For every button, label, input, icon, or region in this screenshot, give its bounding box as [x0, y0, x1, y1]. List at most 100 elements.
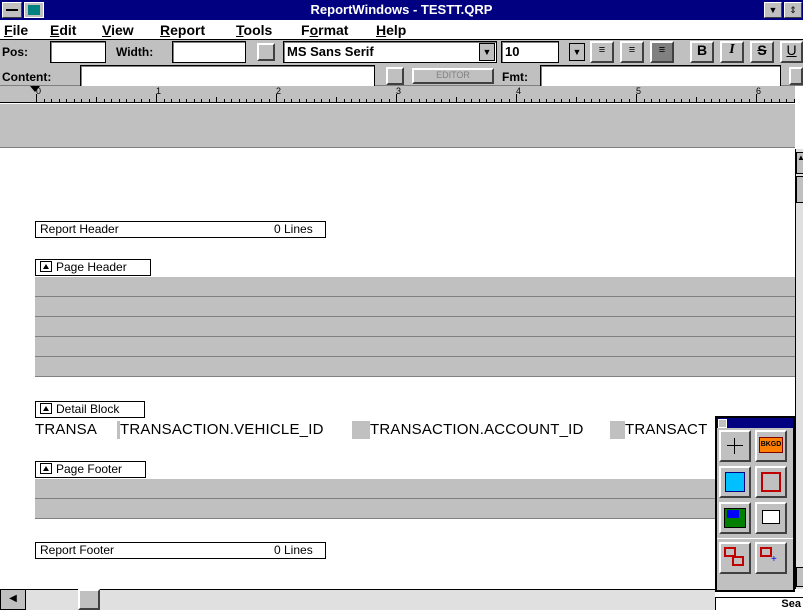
minimize-button[interactable]: ▼	[764, 2, 782, 18]
ruler-tick	[321, 99, 322, 102]
ruler-tick	[389, 99, 390, 102]
page-header-band[interactable]: Page Header	[35, 259, 151, 276]
menu-file[interactable]: File	[4, 22, 28, 38]
content-label: Content:	[2, 70, 52, 84]
font-size-dropdown-icon[interactable]: ▼	[569, 43, 585, 61]
tool-palette[interactable]: BKGD +	[715, 416, 795, 592]
menu-help[interactable]: Help	[376, 22, 406, 38]
bitmap-insert-tool-icon[interactable]	[719, 466, 751, 498]
detail-field-transact[interactable]: TRANSACT	[625, 421, 715, 439]
font-size-select[interactable]: 10	[501, 41, 559, 63]
ruler-tick	[419, 99, 420, 102]
horizontal-scrollbar[interactable]	[0, 589, 715, 610]
report-header-band[interactable]: Report Header 0 Lines	[35, 221, 326, 238]
detail-field-account-id[interactable]: TRANSACTION.ACCOUNT_ID	[370, 421, 610, 439]
menu-tools[interactable]: Tools	[236, 22, 272, 38]
detail-field-transa[interactable]: TRANSA	[35, 421, 117, 439]
fmt-input[interactable]	[540, 65, 781, 87]
strikethrough-button[interactable]: S	[750, 41, 774, 63]
page-header-label: Page Header	[56, 260, 127, 274]
ruler-tick	[449, 99, 450, 102]
ruler-tick	[51, 99, 52, 102]
detail-block-band[interactable]: Detail Block	[35, 401, 145, 418]
ruler-tick	[74, 99, 75, 102]
ruler-tick	[651, 99, 652, 102]
bold-button[interactable]: B	[690, 41, 714, 63]
text-tool-icon[interactable]	[755, 502, 787, 534]
menu-view[interactable]: View	[102, 22, 134, 38]
ruler-tick	[621, 99, 622, 102]
align-left-button[interactable]: ≡	[590, 41, 614, 63]
width-input[interactable]	[172, 41, 246, 63]
ruler-tick	[629, 99, 630, 102]
ruler-tick	[269, 99, 270, 102]
collapse-arrow-icon[interactable]	[40, 261, 52, 272]
width-label: Width:	[116, 45, 154, 59]
crosshair-tool-icon[interactable]	[719, 430, 751, 462]
horizontal-scroll-thumb[interactable]	[78, 589, 100, 610]
ruler-tick	[464, 99, 465, 102]
width-stepper-button[interactable]	[257, 43, 275, 61]
ruler-tick	[36, 94, 37, 102]
report-footer-label: Report Footer	[40, 543, 115, 557]
font-name-select[interactable]: MS Sans Serif	[283, 41, 497, 63]
ruler-tick	[404, 99, 405, 102]
page-footer-label: Page Footer	[56, 462, 123, 476]
ruler-tick	[546, 99, 547, 102]
ruler-tick	[149, 99, 150, 102]
ruler-tick	[396, 94, 397, 102]
fmt-button[interactable]	[789, 67, 803, 85]
maximize-button[interactable]: ⇕	[784, 2, 802, 18]
detail-field-vehicle-id[interactable]: TRANSACTION.VEHICLE_ID	[120, 421, 352, 439]
editor-button[interactable]: EDITOR	[412, 68, 494, 84]
link-select-tool-icon[interactable]: +	[755, 542, 787, 574]
palette-title-bar[interactable]	[717, 418, 793, 428]
page-header-area[interactable]	[35, 277, 795, 377]
ruler-tick	[66, 99, 67, 102]
box-tool-icon[interactable]	[755, 466, 787, 498]
ruler-tick	[779, 99, 780, 102]
status-text: Sea	[715, 597, 803, 610]
italic-button[interactable]: I	[720, 41, 744, 63]
menu-format[interactable]: Format	[301, 22, 348, 38]
ruler-tick	[96, 97, 97, 102]
title-bar[interactable]: ReportWindows - TESTT.QRP ▼ ⇕	[0, 0, 803, 20]
ruler-tick	[434, 99, 435, 102]
ruler-tick	[719, 99, 720, 102]
scroll-down-icon[interactable]	[796, 567, 803, 587]
vertical-scroll-thumb[interactable]	[796, 176, 803, 203]
font-name-dropdown-icon[interactable]: ▼	[479, 43, 495, 61]
collapse-arrow-icon[interactable]	[40, 463, 52, 474]
content-input[interactable]	[80, 65, 375, 87]
ruler-tick	[411, 99, 412, 102]
ruler-tick	[554, 99, 555, 102]
ruler-tick	[359, 99, 360, 102]
ruler-tick	[659, 99, 660, 102]
picture-tool-icon[interactable]	[719, 502, 751, 534]
ruler-tick	[704, 99, 705, 102]
ruler-tick	[576, 97, 577, 102]
ruler-tick	[644, 99, 645, 102]
menu-report[interactable]: Report	[160, 22, 205, 38]
ruler-tick	[681, 99, 682, 102]
report-footer-lines: 0 Lines	[274, 543, 313, 557]
ruler-tick	[164, 99, 165, 102]
ruler-indent-marker-icon[interactable]	[30, 86, 40, 92]
pos-input[interactable]	[50, 41, 106, 63]
ruler-tick	[486, 99, 487, 102]
menu-edit[interactable]: Edit	[50, 22, 76, 38]
field-tool-icon[interactable]: BKGD	[755, 430, 787, 462]
link-tool-icon[interactable]	[719, 542, 751, 574]
align-right-button[interactable]: ≡	[650, 41, 674, 63]
vertical-scrollbar[interactable]: ▲	[795, 149, 803, 589]
scroll-up-icon[interactable]: ▲	[796, 152, 803, 174]
page-footer-band[interactable]: Page Footer	[35, 461, 146, 478]
content-button[interactable]	[386, 67, 404, 85]
underline-button[interactable]: U	[780, 41, 803, 63]
collapse-arrow-icon[interactable]	[40, 403, 52, 414]
report-footer-band[interactable]: Report Footer 0 Lines	[35, 542, 326, 559]
align-center-button[interactable]: ≡	[620, 41, 644, 63]
ruler-tick	[584, 99, 585, 102]
page-footer-area[interactable]	[35, 479, 715, 519]
scroll-left-icon[interactable]: ◀	[0, 589, 26, 610]
